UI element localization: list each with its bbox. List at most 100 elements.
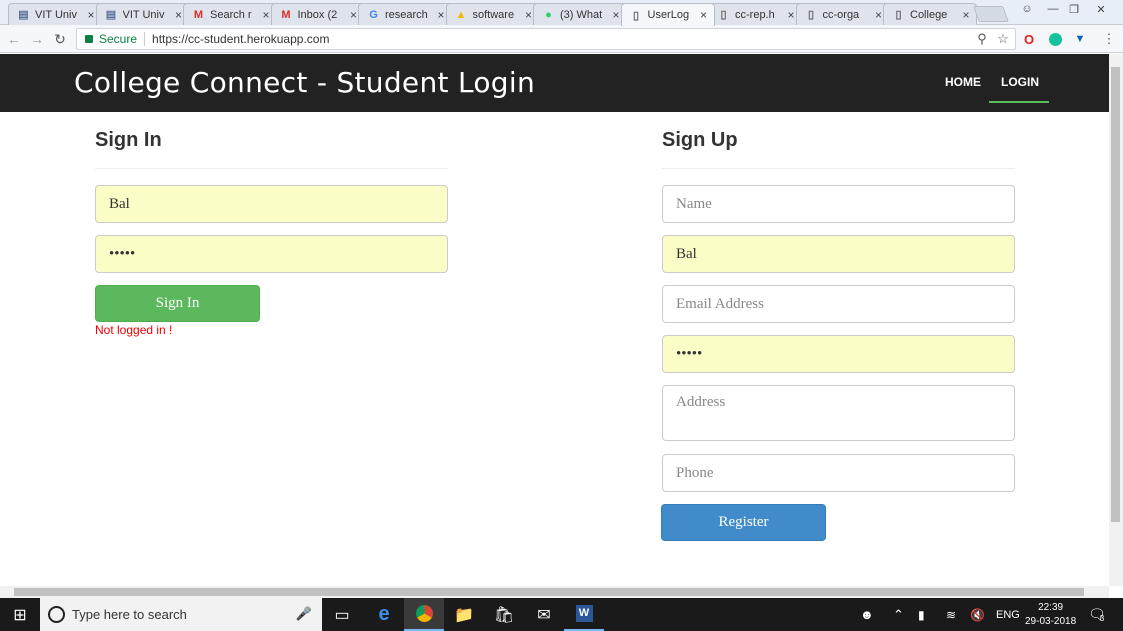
browser-tab[interactable]: Gresearch ×	[358, 3, 452, 25]
gmail-icon: M	[281, 8, 291, 21]
wifi-icon[interactable]: ≋	[946, 598, 956, 631]
page-icon: ▯	[632, 9, 640, 22]
clock-date: 29-03-2018	[1025, 615, 1077, 627]
clock-time: 22:39	[1038, 601, 1064, 613]
taskbar-search-box[interactable]: Type here to search 🎤	[40, 598, 322, 631]
browser-tab[interactable]: ▯ cc-orga ×	[795, 3, 890, 25]
taskbar-search-placeholder: Type here to search	[72, 607, 187, 622]
browser-tab-label: Search r	[210, 8, 252, 21]
site-header: College Connect - Student Login HOME LOG…	[0, 54, 1109, 112]
login-error-message: Not logged in !	[95, 323, 173, 337]
secure-label: Secure	[99, 32, 138, 46]
potv-icon[interactable]: ▼	[1071, 30, 1089, 48]
url-text: https://cc-student.herokuapp.com	[152, 32, 330, 46]
show-hidden-icons-icon[interactable]: ⌃	[893, 598, 904, 631]
browser-tab[interactable]: M Inbox (2 ×	[270, 3, 365, 25]
minimize-button[interactable]: —	[1043, 0, 1063, 18]
browser-toolbar: ← → ↻ Secure https://cc-student.herokuap…	[0, 25, 1123, 53]
address-bar[interactable]: Secure https://cc-student.herokuapp.com	[76, 28, 1016, 50]
opera-icon[interactable]: O	[1020, 30, 1038, 48]
google-icon: G	[369, 8, 378, 21]
signin-title: Sign In	[95, 129, 162, 151]
site-title: College Connect - Student Login	[74, 66, 536, 99]
browser-tab-label: research	[385, 8, 428, 21]
profile-icon[interactable]: ☺	[1017, 0, 1037, 18]
windows-start-icon[interactable]: ⊞	[0, 598, 40, 631]
volume-muted-icon[interactable]: 🔇	[970, 598, 985, 631]
signin-divider	[95, 168, 448, 169]
language-indicator[interactable]: ENG	[996, 598, 1020, 631]
browser-tab[interactable]: ▯ College ×	[883, 3, 977, 25]
vit-icon: ▤	[105, 9, 117, 21]
people-icon[interactable]: ☻	[860, 598, 874, 631]
nav-home-link[interactable]: HOME	[945, 75, 981, 89]
grammarly-icon[interactable]	[1046, 30, 1064, 48]
browser-tab[interactable]: ▤ VIT Univ ×	[95, 3, 190, 25]
browser-tab-label: software	[472, 8, 515, 21]
signup-title: Sign Up	[662, 129, 738, 151]
vit-icon: ▤	[18, 9, 29, 21]
signin-username-input[interactable]	[95, 185, 448, 223]
chrome-icon[interactable]	[404, 598, 444, 631]
browser-tab[interactable]: ▲ software ×	[445, 3, 540, 25]
lock-icon	[85, 35, 93, 43]
signup-name-input[interactable]	[662, 185, 1015, 223]
menu-icon[interactable]: ⋮	[1100, 30, 1118, 48]
signup-phone-input[interactable]	[662, 454, 1015, 492]
nav-active-indicator	[989, 101, 1049, 103]
horizontal-scrollbar-thumb[interactable]	[14, 588, 1084, 596]
divider	[144, 32, 146, 46]
microphone-icon[interactable]: 🎤	[296, 606, 312, 622]
store-icon[interactable]: 🛍	[484, 598, 524, 631]
browser-tab-strip: ▤ VIT Univ × ▤ VIT Univ × M Search r × M Inbox (2 ×…	[0, 0, 1123, 26]
reload-icon[interactable]: ↻	[51, 30, 69, 48]
close-window-button[interactable]: ✕	[1090, 0, 1112, 18]
restore-button[interactable]: ❐	[1064, 0, 1084, 18]
browser-tab-label: College	[910, 8, 948, 21]
clock[interactable]: 22:39 29-03-2018	[1025, 598, 1076, 631]
browser-tab-label: Inbox (2	[297, 8, 338, 21]
forward-icon[interactable]: →	[28, 30, 46, 48]
signin-password-input[interactable]	[95, 235, 448, 273]
action-center-icon[interactable]: 🗨 3	[1088, 598, 1106, 631]
signup-address-textarea[interactable]	[662, 385, 1015, 441]
browser-tab[interactable]: ● (3) What ×	[533, 3, 627, 25]
browser-tab[interactable]: ▯ cc-rep.h ×	[708, 3, 802, 25]
browser-tab[interactable]: M Search r ×	[183, 3, 277, 25]
page-icon: ▯	[720, 9, 727, 21]
new-tab-button[interactable]	[973, 6, 1009, 22]
signup-username-input[interactable]	[662, 235, 1015, 273]
browser-tab-label: UserLog	[647, 9, 690, 21]
task-view-icon[interactable]: ▭	[322, 598, 362, 631]
bookmark-star-icon[interactable]: ☆	[994, 30, 1012, 48]
battery-icon[interactable]: ▮	[918, 598, 925, 631]
register-button[interactable]: Register	[661, 504, 826, 541]
page-content: Sign In Sign In Not logged in ! Sign Up …	[0, 112, 1109, 586]
notification-count: 3	[1099, 614, 1105, 623]
close-tab-icon[interactable]: ×	[960, 8, 972, 22]
browser-tab[interactable]: ▤ VIT Univ ×	[8, 3, 102, 25]
signin-button[interactable]: Sign In	[95, 285, 260, 322]
close-tab-icon[interactable]: ×	[698, 8, 710, 22]
drive-icon: ▲	[455, 8, 467, 21]
browser-tab[interactable]: ▯ UserLog ×	[620, 3, 715, 26]
nav-login-link[interactable]: LOGIN	[1001, 75, 1039, 89]
whatsapp-icon: ●	[545, 8, 552, 21]
signup-password-input[interactable]	[662, 335, 1015, 373]
edge-icon[interactable]: e	[364, 598, 404, 631]
browser-tab-label: cc-orga	[822, 8, 860, 21]
page-icon: ▯	[807, 9, 815, 21]
page-icon: ▯	[895, 9, 902, 21]
word-icon[interactable]: W	[564, 598, 604, 631]
back-icon[interactable]: ←	[5, 30, 23, 48]
file-explorer-icon[interactable]: 📁	[444, 598, 484, 631]
signup-email-input[interactable]	[662, 285, 1015, 323]
key-icon[interactable]: ⚲	[973, 30, 991, 48]
signup-divider	[662, 168, 1015, 169]
gmail-icon: M	[193, 8, 204, 21]
browser-tab-label: VIT Univ	[35, 8, 77, 21]
mail-icon[interactable]: ✉	[524, 598, 564, 631]
windows-taskbar: ⊞ Type here to search 🎤 ▭ e 📁 🛍 ✉ W ☻ ⌃ …	[0, 598, 1123, 631]
vertical-scrollbar-thumb[interactable]	[1111, 67, 1120, 522]
cortana-icon	[48, 606, 65, 623]
